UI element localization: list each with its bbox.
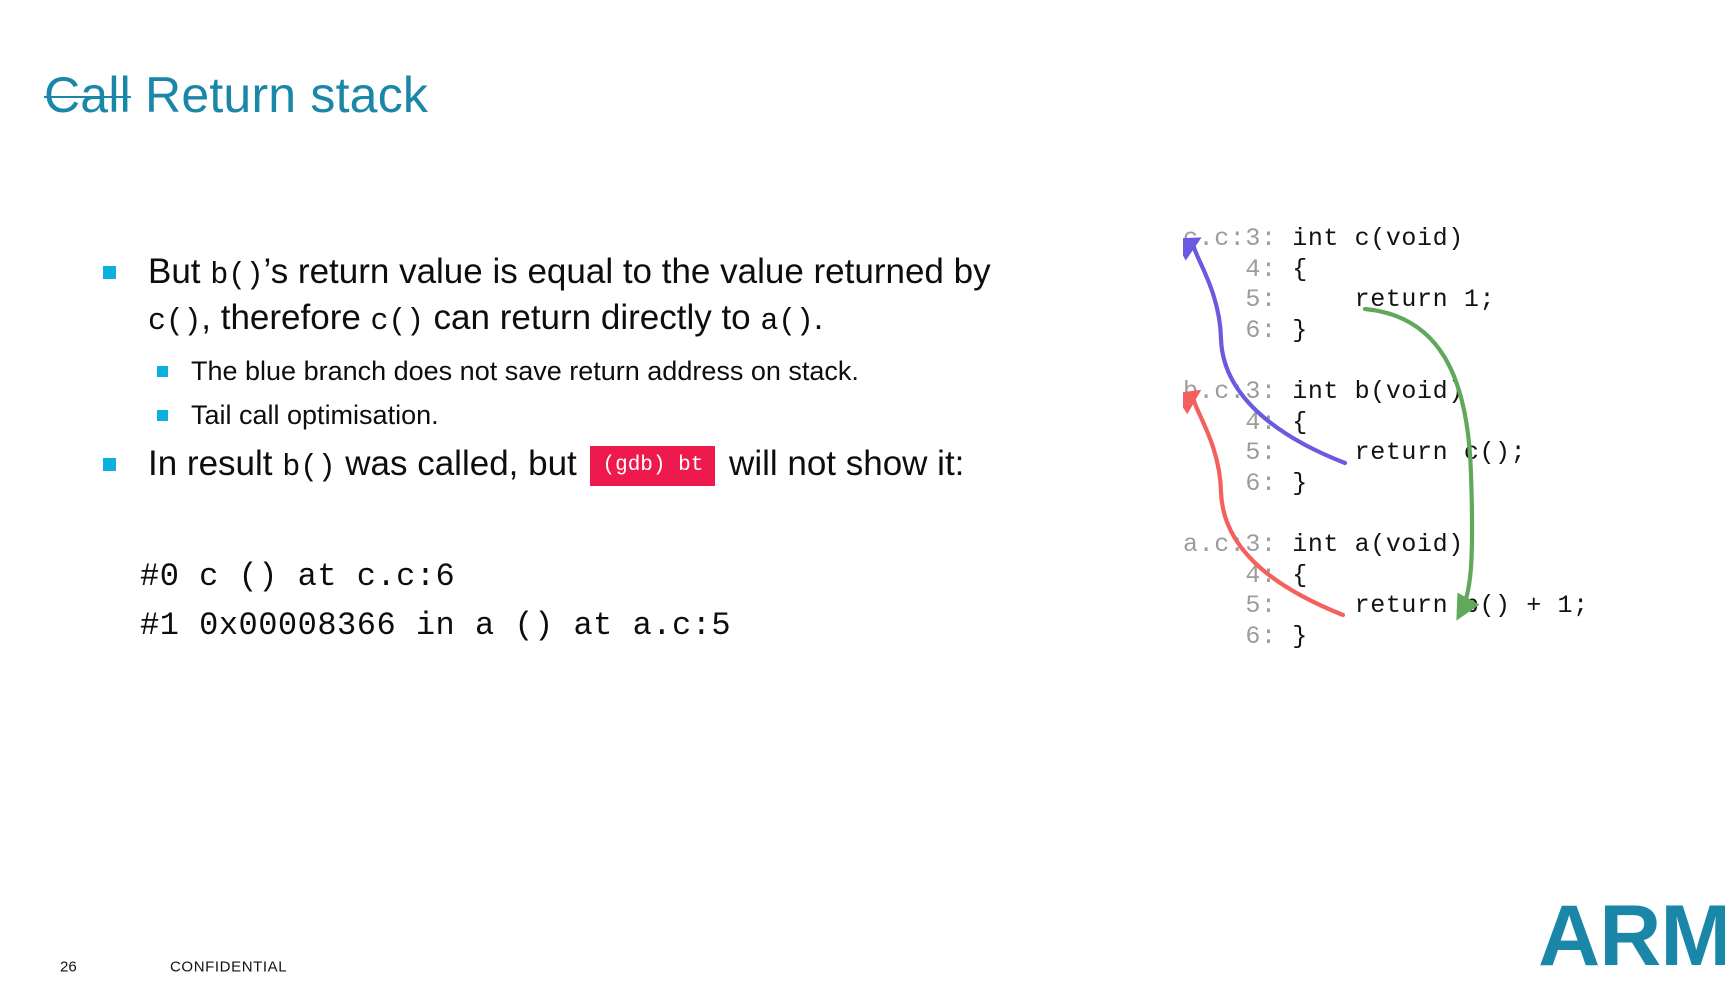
page-number: 26 (60, 958, 77, 976)
code-gutter-label: 4: (1183, 407, 1293, 437)
code-gutter-label: 5: (1183, 285, 1293, 315)
code-line: 6: } (1183, 622, 1589, 653)
bullet-text: . (813, 297, 824, 337)
bullet-text: ’s return value is equal to the value re… (263, 252, 991, 291)
code-line: a.c:3: int a(void) (1183, 530, 1589, 561)
inline-code: b() (282, 450, 336, 485)
code-source-text: return b() + 1; (1292, 591, 1589, 621)
bullet-square-icon (157, 409, 168, 421)
code-gutter-label: 6: (1183, 315, 1293, 345)
code-gutter-label: 4: (1183, 560, 1293, 590)
code-line: 5: return c(); (1183, 438, 1589, 469)
code-source-text: { (1292, 407, 1308, 437)
bullet-item: But b()’s return value is equal to the v… (100, 250, 1000, 341)
title-struck-word: Call (44, 66, 131, 123)
code-source-text: int a(void) (1292, 529, 1464, 559)
code-source-text: } (1292, 315, 1308, 345)
inline-code: c() (148, 304, 202, 339)
bullet-text: In result (148, 443, 283, 483)
bullet-square-icon (103, 457, 116, 471)
code-source-text: int c(void) (1292, 224, 1464, 253)
inline-code: a() (760, 304, 814, 339)
code-line: 4: { (1183, 255, 1589, 286)
bullet-text: Tail call optimisation. (191, 399, 439, 430)
gdb-backtrace-output: #0 c () at c.c:6 #1 0x00008366 in a () at… (140, 553, 731, 650)
code-gutter-label: 6: (1183, 468, 1293, 498)
code-source-text: return 1; (1292, 285, 1496, 315)
arm-logo: ARM (1538, 888, 1725, 983)
gdb-frame-line: #1 0x00008366 in a () at a.c:5 (140, 606, 732, 644)
code-source-text: int b(void) (1292, 376, 1464, 406)
code-line: c.c:3: int c(void) (1183, 224, 1589, 255)
code-source-text: return c(); (1292, 438, 1527, 468)
inline-code: c() (370, 304, 425, 339)
bullet-list: But b()’s return value is equal to the v… (100, 250, 1000, 493)
code-source-text: { (1292, 254, 1308, 284)
code-line: 4: { (1183, 408, 1589, 439)
code-gutter-label: b.c:3: (1183, 376, 1293, 406)
bullet-text: can return directly to (423, 297, 761, 337)
bullet-text: , therefore (201, 297, 371, 337)
sub-bullet-list: The blue branch does not save return add… (100, 355, 1000, 432)
bullet-text: was called, but (335, 443, 587, 483)
code-gutter-label: 4: (1183, 254, 1293, 284)
code-source-text: } (1292, 621, 1308, 651)
code-gutter-label: 6: (1183, 621, 1293, 651)
bullet-item: The blue branch does not save return add… (100, 355, 1000, 388)
bullet-item: Tail call optimisation. (100, 399, 1000, 432)
code-line: 4: { (1183, 561, 1589, 592)
code-line: 5: return b() + 1; (1183, 591, 1589, 622)
code-listing-panel: c.c:3: int c(void) 4: { 5: return 1; 6: … (1183, 224, 1703, 674)
bullet-square-icon (157, 366, 168, 378)
bullet-text: But (148, 252, 211, 291)
bullet-item: In result b() was called, but (gdb) bt w… (100, 442, 1000, 488)
code-listing-text: c.c:3: int c(void) 4: { 5: return 1; 6: … (1183, 224, 1589, 652)
code-line: 6: } (1183, 469, 1589, 500)
code-line: 6: } (1183, 316, 1589, 347)
gdb-command-badge: (gdb) bt (590, 445, 716, 486)
code-line: 5: return 1; (1183, 285, 1589, 316)
code-source-text: } (1292, 468, 1308, 498)
bullet-square-icon (103, 266, 116, 279)
code-gutter-label: c.c:3: (1183, 224, 1293, 253)
bullet-text: will not show it: (719, 443, 965, 483)
bullet-text: The blue branch does not save return add… (191, 356, 859, 387)
code-source-text: { (1292, 560, 1308, 590)
code-line: b.c:3: int b(void) (1183, 377, 1589, 408)
code-gutter-label: 5: (1183, 438, 1293, 468)
slide-canvas: Call Return stack But b()’s return value… (0, 0, 1725, 983)
page-title: Call Return stack (44, 70, 428, 120)
code-gutter-label: a.c:3: (1183, 529, 1293, 559)
confidentiality-label: CONFIDENTIAL (170, 958, 288, 976)
gdb-frame-line: #0 c () at c.c:6 (140, 558, 456, 595)
title-rest: Return stack (130, 66, 429, 123)
inline-code: b() (210, 259, 264, 293)
code-gutter-label: 5: (1183, 591, 1293, 621)
